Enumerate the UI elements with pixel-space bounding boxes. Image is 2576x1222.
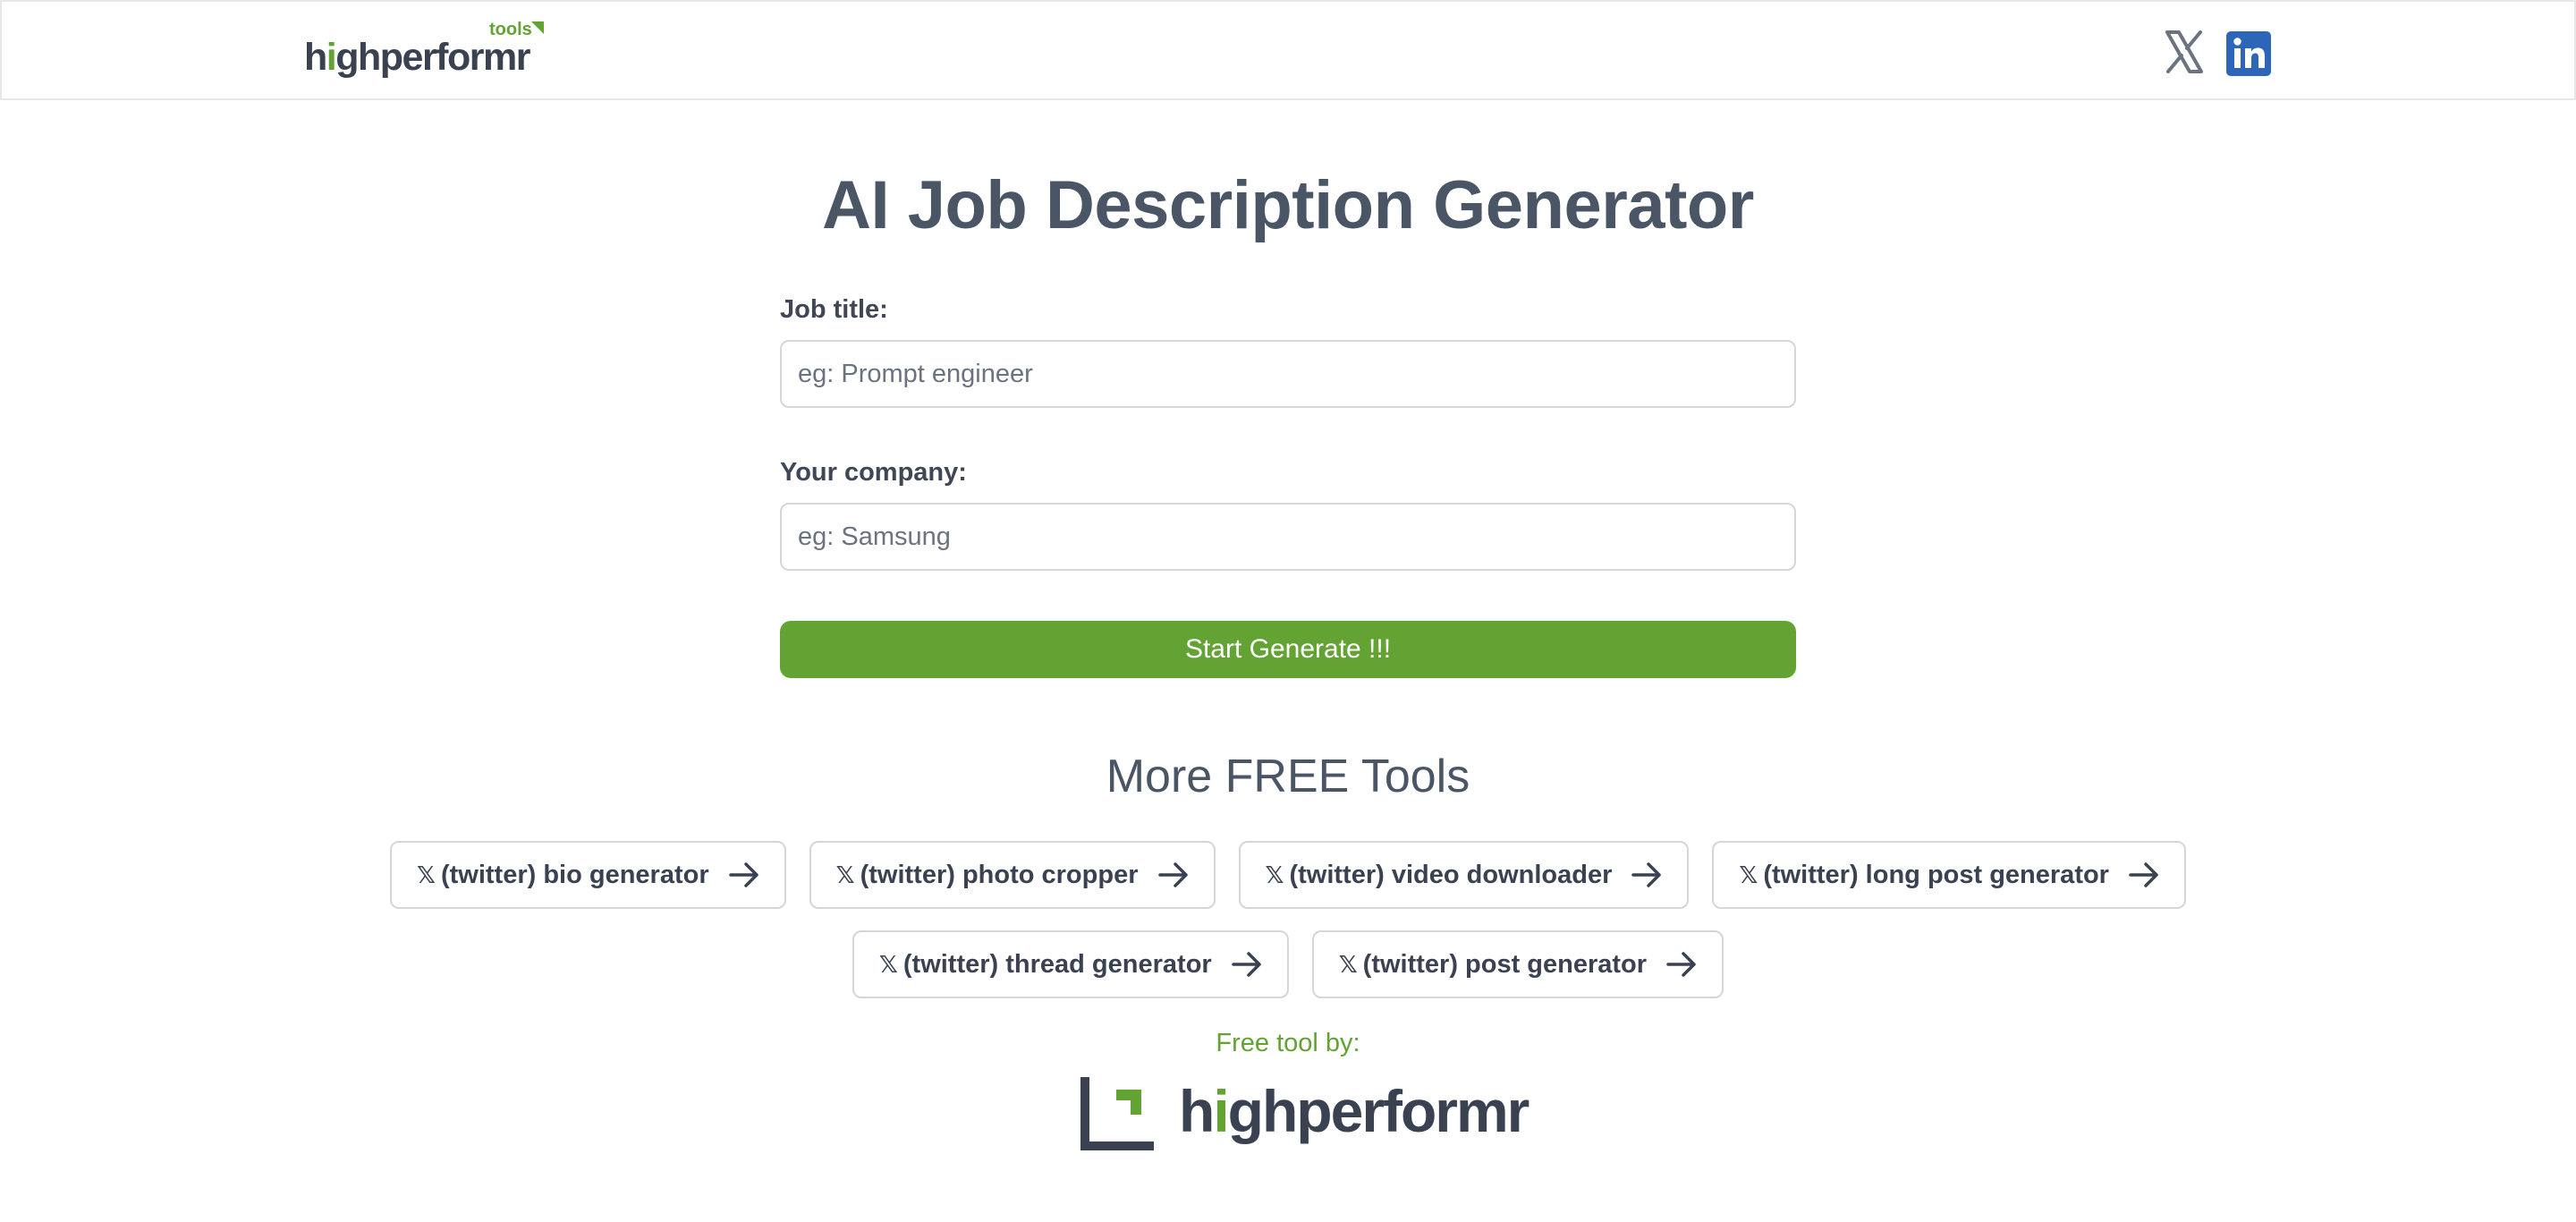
company-input[interactable]	[780, 503, 1796, 571]
x-logo-icon	[2165, 30, 2203, 73]
company-field-group: Your company:	[780, 458, 1796, 571]
job-title-field-group: Job title:	[780, 295, 1796, 408]
footer-brand-letters-rest: ghperformr	[1227, 1078, 1530, 1144]
page-title: AI Job Description Generator	[822, 167, 1754, 243]
tool-video-downloader-link[interactable]: 𝕏 (twitter) video downloader	[1238, 841, 1690, 909]
footer-brand-letter-h: h	[1179, 1078, 1215, 1144]
tool-label: (twitter) thread generator	[902, 949, 1212, 979]
tool-label: (twitter) long post generator	[1763, 860, 2109, 889]
tool-label: (twitter) photo cropper	[860, 860, 1139, 889]
job-title-label: Job title:	[780, 295, 888, 324]
free-tool-credit: Free tool by:	[1216, 1029, 1360, 1057]
job-description-form: Job title: Your company: Start Generate …	[780, 295, 1796, 678]
tools-row-2: 𝕏 (twitter) thread generator 𝕏 (twitter)…	[0, 930, 2576, 998]
tool-photo-cropper-link[interactable]: 𝕏 (twitter) photo cropper	[809, 841, 1216, 909]
tool-label: (twitter) video downloader	[1289, 860, 1613, 889]
x-logo-icon: 𝕏	[1739, 861, 1758, 888]
brand-letter-i: i	[326, 36, 337, 79]
linkedin-social-link[interactable]	[2226, 31, 2271, 76]
more-tools-title: More FREE Tools	[1106, 751, 1470, 802]
x-social-link[interactable]	[2165, 30, 2204, 73]
arrow-right-icon	[2129, 862, 2158, 887]
tool-label: (twitter) bio generator	[440, 860, 709, 889]
brand-wordmark: highperformr	[304, 36, 530, 80]
tools-row-1: 𝕏 (twitter) bio generator 𝕏 (twitter) ph…	[0, 841, 2576, 909]
linkedin-icon	[2233, 38, 2265, 68]
arrow-right-icon	[1157, 862, 1188, 887]
brand-corner-icon	[531, 21, 544, 34]
brand-logo[interactable]: highperformr tools	[304, 20, 555, 82]
company-label: Your company:	[780, 458, 967, 487]
highperformr-mark-icon	[1080, 1077, 1154, 1150]
brand-tools-label: tools	[489, 20, 532, 39]
x-logo-icon: 𝕏	[878, 950, 898, 978]
footer-brand-wordmark: highperformr	[1179, 1077, 1530, 1145]
arrow-right-icon	[1666, 952, 1696, 977]
footer-brand-letter-i: i	[1213, 1078, 1229, 1144]
arrow-right-icon	[1231, 952, 1261, 977]
tool-bio-generator-link[interactable]: 𝕏 (twitter) bio generator	[390, 841, 786, 909]
tool-long-post-generator-link[interactable]: 𝕏 (twitter) long post generator	[1712, 841, 2186, 909]
start-generate-button[interactable]: Start Generate !!!	[780, 621, 1796, 678]
arrow-right-icon	[728, 862, 758, 887]
brand-letter-h: h	[304, 36, 327, 79]
arrow-right-icon	[1631, 862, 1662, 887]
x-logo-icon: 𝕏	[1338, 950, 1358, 978]
x-logo-icon: 𝕏	[835, 861, 855, 888]
tool-label: (twitter) post generator	[1362, 949, 1648, 979]
brand-letters-rest: ghperformr	[335, 36, 530, 79]
x-logo-icon: 𝕏	[1265, 861, 1284, 888]
tool-thread-generator-link[interactable]: 𝕏 (twitter) thread generator	[852, 930, 1289, 998]
footer-brand-logo[interactable]: highperformr	[1080, 1073, 1530, 1152]
job-title-input[interactable]	[780, 340, 1796, 408]
tool-post-generator-link[interactable]: 𝕏 (twitter) post generator	[1311, 930, 1724, 998]
top-navigation-bar: highperformr tools	[0, 0, 2576, 100]
x-logo-icon: 𝕏	[417, 861, 436, 888]
